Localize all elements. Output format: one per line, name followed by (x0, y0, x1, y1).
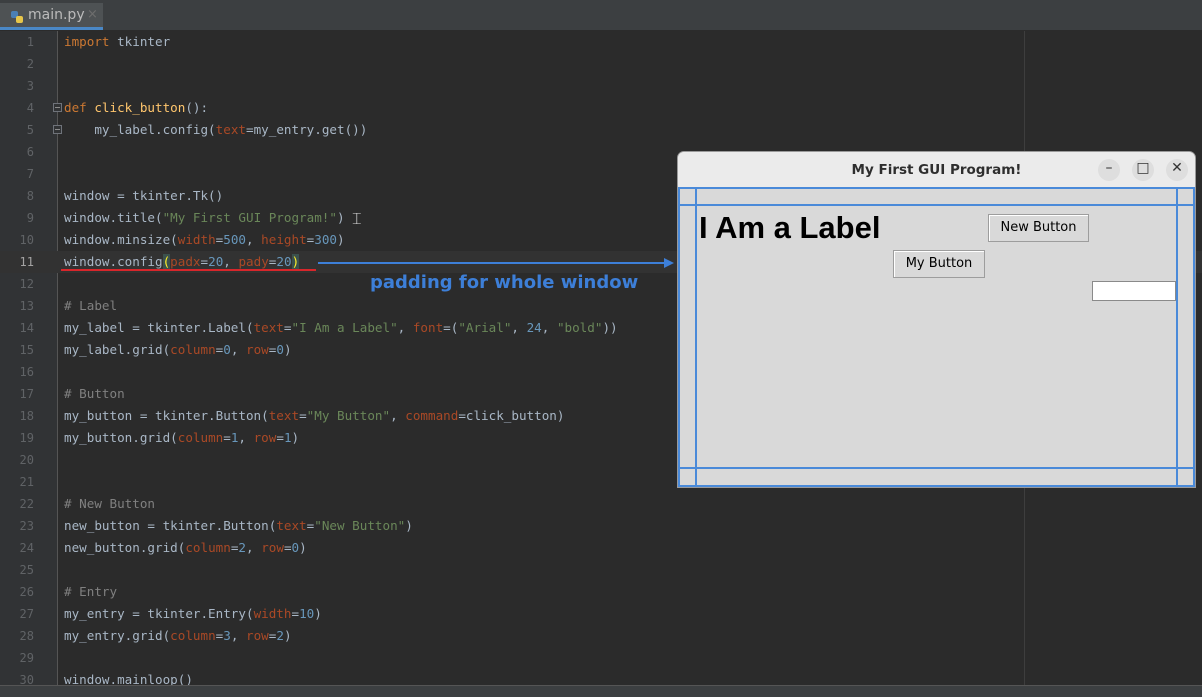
padding-bottom-line (678, 467, 1195, 469)
line-number: 9 (26, 211, 34, 225)
code-text: my_label.grid(column=0, row=0) (64, 342, 292, 357)
tkinter-window[interactable]: My First GUI Program! – □ ✕ I Am a Label… (677, 151, 1196, 488)
python-file-icon (11, 11, 23, 23)
tab-close-icon[interactable]: × (87, 7, 98, 22)
editor-tab-bar: main.py × (0, 0, 1202, 31)
line-number: 11 (19, 255, 34, 269)
tab-filename: main.py (28, 7, 85, 23)
line-number: 10 (19, 233, 34, 247)
line-number: 5 (26, 123, 34, 137)
status-bar (0, 685, 1202, 697)
code-text: import tkinter (64, 34, 171, 49)
line-number: 28 (19, 629, 34, 643)
line-number: 26 (19, 585, 34, 599)
line-number: 24 (19, 541, 34, 555)
code-text: my_label = tkinter.Label(text="I Am a La… (64, 320, 618, 335)
tab-main-py[interactable]: main.py × (0, 3, 103, 30)
minimize-icon: – (1105, 160, 1113, 176)
my-button[interactable]: My Button (893, 250, 985, 278)
line-number: 16 (19, 365, 34, 379)
line-number: 21 (19, 475, 34, 489)
code-text: my_button.grid(column=1, row=1) (64, 430, 300, 445)
code-line[interactable]: 23 new_button = tkinter.Button(text="New… (0, 515, 1202, 537)
maximize-button[interactable]: □ (1132, 159, 1154, 181)
padding-right-line (1176, 187, 1178, 487)
code-line[interactable]: 1 import tkinter (0, 31, 1202, 53)
code-line[interactable]: 24 new_button.grid(column=2, row=0) (0, 537, 1202, 559)
code-line[interactable]: 3 (0, 75, 1202, 97)
line-number: 25 (19, 563, 34, 577)
maximize-icon: □ (1136, 160, 1150, 176)
code-line[interactable]: 27 my_entry = tkinter.Entry(width=10) (0, 603, 1202, 625)
code-line[interactable]: 22 # New Button (0, 493, 1202, 515)
line-number: 2 (26, 57, 34, 71)
padding-top-line (678, 204, 1195, 206)
code-text: def click_button(): (64, 100, 209, 115)
line-number: 23 (19, 519, 34, 533)
line-number: 4 (26, 101, 34, 115)
line-number: 1 (26, 35, 34, 49)
close-icon: ✕ (1171, 160, 1183, 176)
padding-left-line (695, 187, 697, 487)
line-number: 12 (19, 277, 34, 291)
code-text: # Entry (64, 584, 118, 599)
line-number: 3 (26, 79, 34, 93)
code-text: # New Button (64, 496, 155, 511)
arrow-annotation (318, 262, 668, 264)
i-am-a-label: I Am a Label (699, 210, 881, 245)
code-line[interactable]: 26 # Entry (0, 581, 1202, 603)
window-titlebar[interactable]: My First GUI Program! – □ ✕ (678, 152, 1195, 189)
line-number: 6 (26, 145, 34, 159)
line-number: 27 (19, 607, 34, 621)
line-number: 8 (26, 189, 34, 203)
code-text: my_entry.grid(column=3, row=2) (64, 628, 292, 643)
code-line[interactable]: 25 (0, 559, 1202, 581)
code-text: window.minsize(width=500, height=300) (64, 232, 345, 247)
code-line[interactable]: 5 my_label.config(text=my_entry.get()) (0, 119, 1202, 141)
new-button[interactable]: New Button (988, 214, 1089, 242)
code-text: my_entry = tkinter.Entry(width=10) (64, 606, 322, 621)
line-number: 20 (19, 453, 34, 467)
line-number: 15 (19, 343, 34, 357)
line-number: 18 (19, 409, 34, 423)
code-line[interactable]: 2 (0, 53, 1202, 75)
text-cursor-icon: ⌶ (352, 209, 362, 228)
code-text: new_button = tkinter.Button(text="New Bu… (64, 518, 413, 533)
code-text: window.title("My First GUI Program!") (64, 210, 345, 225)
code-line[interactable]: 29 (0, 647, 1202, 669)
minimize-button[interactable]: – (1098, 159, 1120, 181)
entry-field[interactable] (1092, 281, 1176, 301)
code-text: new_button.grid(column=2, row=0) (64, 540, 307, 555)
annotation-text: padding for whole window (370, 272, 639, 293)
arrow-head-icon (664, 258, 674, 268)
line-number: 13 (19, 299, 34, 313)
line-number: 29 (19, 651, 34, 665)
close-button[interactable]: ✕ (1166, 159, 1188, 181)
code-line[interactable]: 28 my_entry.grid(column=3, row=2) (0, 625, 1202, 647)
line-number: 17 (19, 387, 34, 401)
line-number: 22 (19, 497, 34, 511)
line-number: 14 (19, 321, 34, 335)
code-line[interactable]: 4 def click_button(): (0, 97, 1202, 119)
code-text: # Button (64, 386, 125, 401)
code-text: window = tkinter.Tk() (64, 188, 224, 203)
code-text: my_label.config(text=my_entry.get()) (64, 122, 368, 137)
line-number: 19 (19, 431, 34, 445)
code-text: my_button = tkinter.Button(text="My Butt… (64, 408, 565, 423)
red-underline-annotation (61, 269, 316, 271)
code-text: # Label (64, 298, 118, 313)
line-number: 7 (26, 167, 34, 181)
